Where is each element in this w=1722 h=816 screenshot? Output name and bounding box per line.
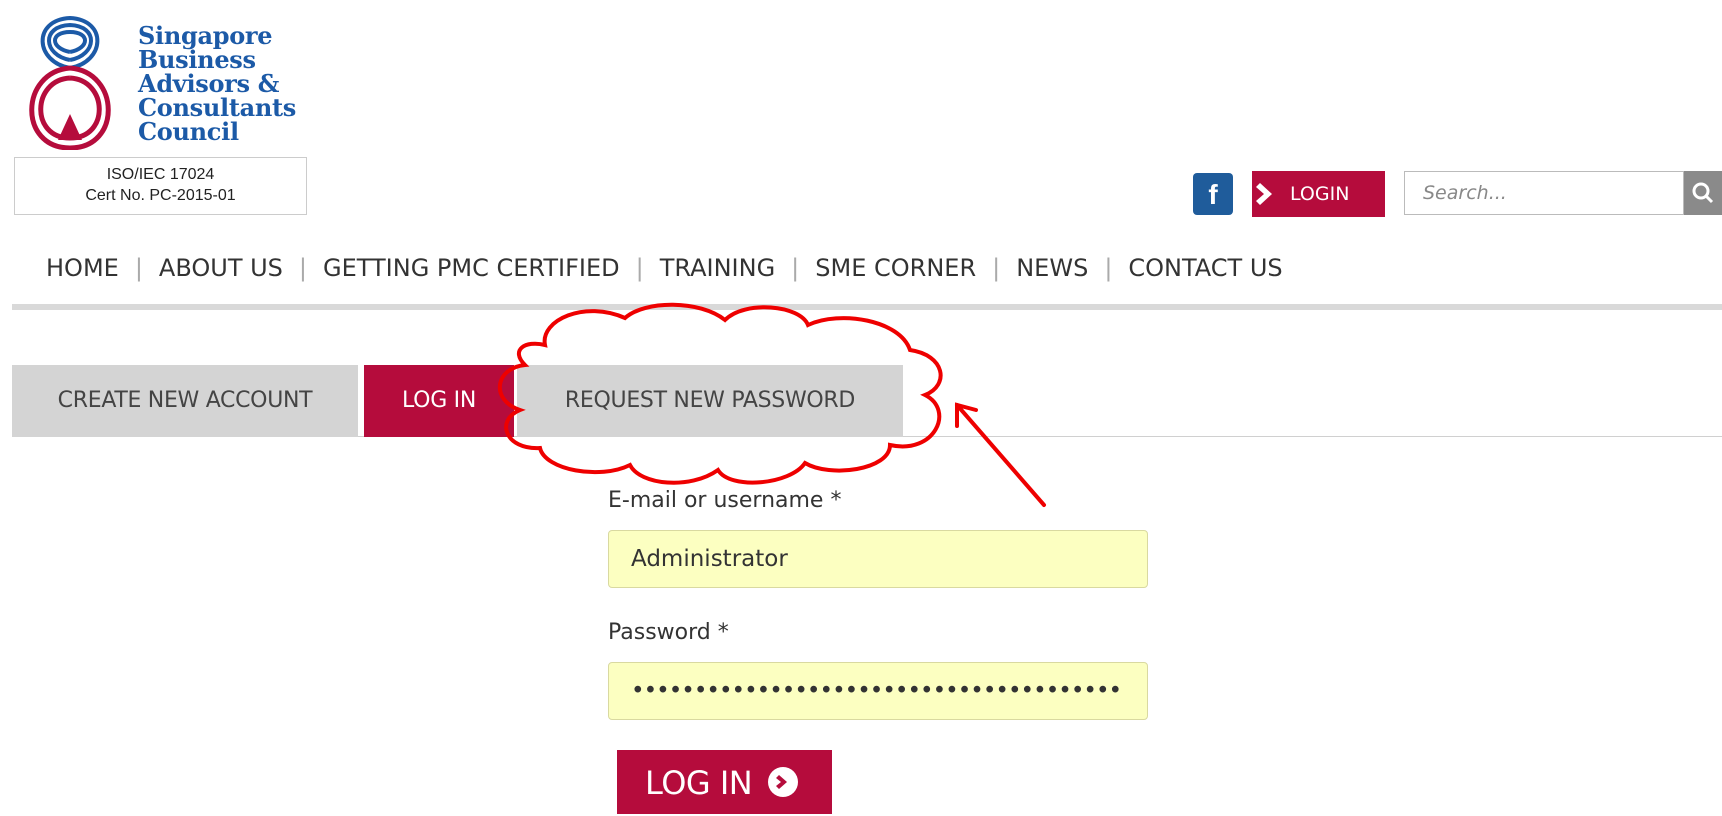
header-login-label: LOGIN: [1290, 183, 1350, 205]
tab-request-new-password[interactable]: REQUEST NEW PASSWORD: [517, 365, 903, 437]
search-icon: [1692, 182, 1714, 204]
nav-separator: |: [298, 254, 308, 282]
password-label: Password *: [608, 620, 729, 645]
cert-number: Cert No. PC-2015-01: [85, 187, 236, 204]
site-logo[interactable]: Singapore Business Advisors & Consultant…: [10, 10, 310, 150]
password-field[interactable]: •••••••••••••••••••••••••••••••••••••••: [608, 662, 1148, 720]
nav-training[interactable]: TRAINING: [660, 252, 775, 284]
cert-standard: ISO/IEC 17024: [106, 166, 215, 183]
logo-text: Singapore Business Advisors & Consultant…: [138, 24, 296, 144]
logo-emblem-icon: [29, 15, 111, 150]
nav-getting-pmc-certified[interactable]: GETTING PMC CERTIFIED: [323, 252, 620, 284]
nav-separator: |: [992, 254, 1001, 282]
main-nav: HOME | ABOUT US | GETTING PMC CERTIFIED | TRAI…: [46, 252, 1283, 284]
login-submit-label: LOG IN: [645, 764, 753, 802]
facebook-icon[interactable]: f: [1193, 173, 1233, 215]
header-login-button[interactable]: LOGIN: [1252, 171, 1385, 217]
chevron-right-icon: [1256, 183, 1272, 205]
nav-separator: |: [791, 254, 800, 282]
arrow-circle-right-icon: [767, 767, 798, 797]
login-submit-button[interactable]: LOG IN: [617, 750, 832, 814]
search-input[interactable]: Search...: [1404, 171, 1684, 215]
nav-about-us[interactable]: ABOUT US: [159, 252, 283, 284]
logo-line: Council: [138, 117, 239, 146]
nav-separator: |: [134, 254, 143, 282]
username-field[interactable]: Administrator: [608, 530, 1148, 588]
nav-sme-corner[interactable]: SME CORNER: [815, 252, 976, 284]
certification-box: ISO/IEC 17024 Cert No. PC-2015-01: [14, 157, 307, 215]
nav-home[interactable]: HOME: [46, 252, 119, 284]
nav-divider: [12, 304, 1722, 310]
nav-separator: |: [635, 254, 644, 282]
tab-create-new-account[interactable]: CREATE NEW ACCOUNT: [12, 365, 358, 437]
nav-news[interactable]: NEWS: [1016, 252, 1088, 284]
search-button[interactable]: [1684, 171, 1722, 215]
nav-separator: |: [1104, 254, 1113, 282]
username-label: E-mail or username *: [608, 488, 842, 513]
tab-log-in[interactable]: LOG IN: [364, 365, 514, 437]
nav-contact-us[interactable]: CONTACT US: [1128, 252, 1282, 284]
annotation-arrow: [955, 402, 1046, 507]
